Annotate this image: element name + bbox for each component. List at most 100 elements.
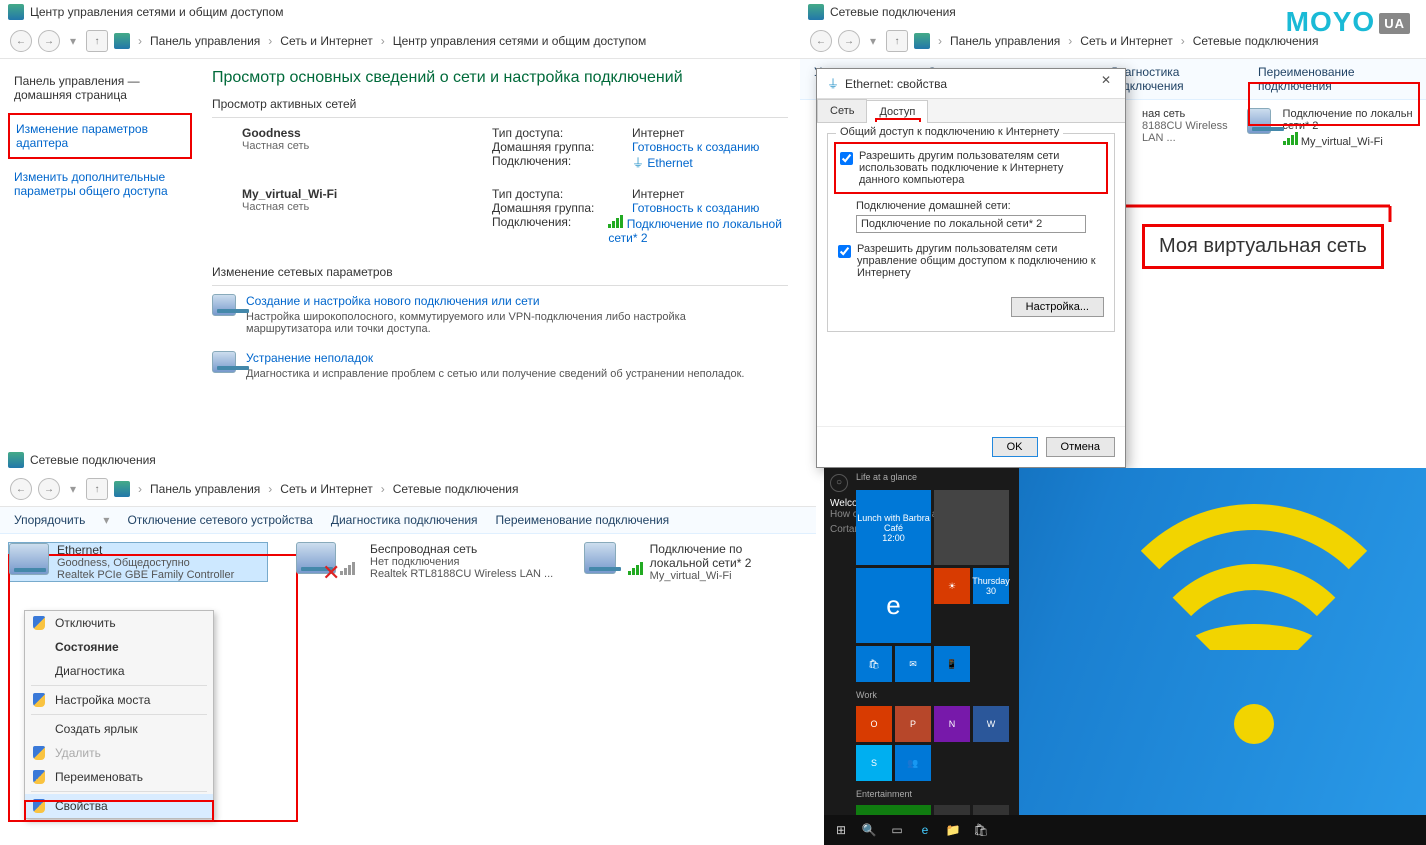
dropdown-arrow-icon: ▾ xyxy=(70,34,76,48)
toolbar: Упорядочить▾ Отключение сетевого устройс… xyxy=(0,507,816,534)
window-title: Центр управления сетями и общим доступом xyxy=(30,5,284,19)
change-adapter-settings-link[interactable]: Изменение параметров адаптера xyxy=(16,119,184,153)
connection-link[interactable]: Ethernet xyxy=(647,156,692,170)
tile-store[interactable]: 🛍 xyxy=(856,646,892,682)
highlight-box xyxy=(1248,82,1420,126)
change-sharing-settings-link[interactable]: Изменить дополнительные параметры общего… xyxy=(14,167,186,201)
section-title: Изменение сетевых параметров xyxy=(212,253,788,283)
window-title: Сетевые подключения xyxy=(830,5,956,19)
forward-button[interactable]: → xyxy=(38,478,60,500)
ctx-rename[interactable]: Переименовать xyxy=(25,765,213,789)
ctx-diagnose[interactable]: Диагностика xyxy=(25,659,213,683)
tile-office[interactable]: O xyxy=(856,706,892,742)
section-title: Просмотр активных сетей xyxy=(212,91,788,115)
tile-edge[interactable]: e xyxy=(856,568,931,643)
store-icon[interactable]: 🛍 xyxy=(968,817,994,843)
network-icon xyxy=(914,33,930,49)
edge-icon[interactable]: e xyxy=(912,817,938,843)
adapter-icon xyxy=(584,542,616,574)
breadcrumb-item[interactable]: Панель управления xyxy=(150,34,260,48)
forward-button[interactable]: → xyxy=(38,30,60,52)
close-button[interactable]: ✕ xyxy=(1093,73,1119,93)
network-icon xyxy=(114,481,130,497)
page-heading: Просмотр основных сведений о сети и наст… xyxy=(212,65,788,91)
tab-strip: Сеть Доступ xyxy=(817,99,1125,123)
ctx-properties[interactable]: Свойства xyxy=(25,794,213,818)
breadcrumb-item[interactable]: Центр управления сетями и общим доступом xyxy=(393,34,647,48)
windows10-desktop: ○ Welcome Miranda! How can I help you to… xyxy=(824,468,1426,845)
rename-button[interactable]: Переименование подключения xyxy=(496,513,670,527)
homegroup-link[interactable]: Готовность к созданию xyxy=(632,140,759,154)
network-connections-window: Сетевые подключения ← → ▾ ↑ › Панель упр… xyxy=(0,448,816,845)
home-connection-combo[interactable]: Подключение по локальной сети* 2 xyxy=(856,215,1086,233)
breadcrumb-bar: ← → ▾ ↑ › Панель управления › Сеть и Инт… xyxy=(0,24,800,59)
highlight-box: Разрешить другим пользователям сети испо… xyxy=(834,142,1108,194)
tile-onenote[interactable]: N xyxy=(934,706,970,742)
homegroup-link[interactable]: Готовность к созданию xyxy=(632,201,759,215)
signal-icon xyxy=(1283,132,1298,145)
start-button[interactable]: ⊞ xyxy=(828,817,854,843)
tile-calendar[interactable]: Lunch with Barbra Café12:00 xyxy=(856,490,931,565)
breadcrumb-item[interactable]: Сеть и Интернет xyxy=(280,34,372,48)
breadcrumb-item[interactable]: Сеть и Интернет xyxy=(280,482,372,496)
breadcrumb-item[interactable]: Панель управления xyxy=(150,482,260,496)
breadcrumb-item[interactable]: Сетевые подключения xyxy=(393,482,519,496)
tile-day[interactable]: Thursday 30 xyxy=(973,568,1009,604)
search-icon[interactable]: 🔍 xyxy=(856,817,882,843)
task-item[interactable]: Создание и настройка нового подключения … xyxy=(212,286,788,343)
taskbar: ⊞ 🔍 ▭ e 📁 🛍 xyxy=(824,815,1426,845)
network-type: Частная сеть xyxy=(242,201,337,213)
window-title-bar: Сетевые подключения xyxy=(0,448,816,472)
network-sharing-center-window: Центр управления сетями и общим доступом… xyxy=(0,0,800,445)
network-name: My_virtual_Wi-Fi xyxy=(242,187,337,201)
tab-network[interactable]: Сеть xyxy=(817,99,867,122)
disable-device-button[interactable]: Отключение сетевого устройства xyxy=(127,513,312,527)
forward-button[interactable]: → xyxy=(838,30,860,52)
back-button[interactable]: ← xyxy=(810,30,832,52)
tile-powerpoint[interactable]: P xyxy=(895,706,931,742)
settings-button[interactable]: Настройка... xyxy=(1011,297,1104,317)
task-item[interactable]: Устранение неполадокДиагностика и исправ… xyxy=(212,343,788,388)
cortana-icon[interactable]: ○ xyxy=(830,474,848,492)
tile-people[interactable]: 👥 xyxy=(895,745,931,781)
tile-phone[interactable]: 📱 xyxy=(934,646,970,682)
ctx-bridge[interactable]: Настройка моста xyxy=(25,688,213,712)
tile-photo[interactable] xyxy=(934,490,1009,565)
window-title-bar: Центр управления сетями и общим доступом xyxy=(0,0,800,24)
cancel-button[interactable]: Отмена xyxy=(1046,437,1115,457)
adapter-wireless[interactable]: ✕ Беспроводная сетьНет подключенияRealte… xyxy=(296,542,556,582)
ctx-status[interactable]: Состояние xyxy=(25,635,213,659)
signal-icon xyxy=(628,562,643,575)
network-icon xyxy=(808,4,824,20)
diagnose-button[interactable]: Диагностика подключения xyxy=(331,513,478,527)
back-button[interactable]: ← xyxy=(10,478,32,500)
allow-sharing-checkbox[interactable] xyxy=(840,152,853,165)
tile-weather[interactable]: ☀ xyxy=(934,568,970,604)
network-icon xyxy=(8,452,24,468)
context-menu: Отключить Состояние Диагностика Настройк… xyxy=(24,610,214,819)
active-network-row: My_virtual_Wi-Fi Частная сеть Тип доступ… xyxy=(212,179,788,253)
up-button[interactable]: ↑ xyxy=(86,478,108,500)
explorer-icon[interactable]: 📁 xyxy=(940,817,966,843)
organize-menu[interactable]: Упорядочить xyxy=(14,513,85,527)
adapter-item[interactable]: ная сеть8188CU Wireless LAN ... xyxy=(1138,104,1243,152)
up-button[interactable]: ↑ xyxy=(886,30,908,52)
allow-control-checkbox[interactable] xyxy=(838,245,851,258)
tile-word[interactable]: W xyxy=(973,706,1009,742)
signal-icon xyxy=(340,562,355,575)
up-button[interactable]: ↑ xyxy=(86,30,108,52)
ctx-disable[interactable]: Отключить xyxy=(25,611,213,635)
breadcrumb-bar: ← → ▾ ↑ › Панель управления› Сеть и Инте… xyxy=(0,472,816,507)
connection-link[interactable]: Подключение по локальной сети* 2 xyxy=(608,217,782,245)
task-view-icon[interactable]: ▭ xyxy=(884,817,910,843)
ctx-shortcut[interactable]: Создать ярлык xyxy=(25,717,213,741)
network-icon xyxy=(8,4,24,20)
adapter-local2[interactable]: Подключение по локальной сети* 2My_virtu… xyxy=(584,542,804,582)
control-panel-home-link[interactable]: Панель управления — домашняя страница xyxy=(14,71,186,105)
start-menu: ○ Welcome Miranda! How can I help you to… xyxy=(824,468,1019,845)
tile-skype[interactable]: S xyxy=(856,745,892,781)
back-button[interactable]: ← xyxy=(10,30,32,52)
ok-button[interactable]: OK xyxy=(992,437,1038,457)
tile-mail[interactable]: ✉ xyxy=(895,646,931,682)
ctx-delete: Удалить xyxy=(25,741,213,765)
